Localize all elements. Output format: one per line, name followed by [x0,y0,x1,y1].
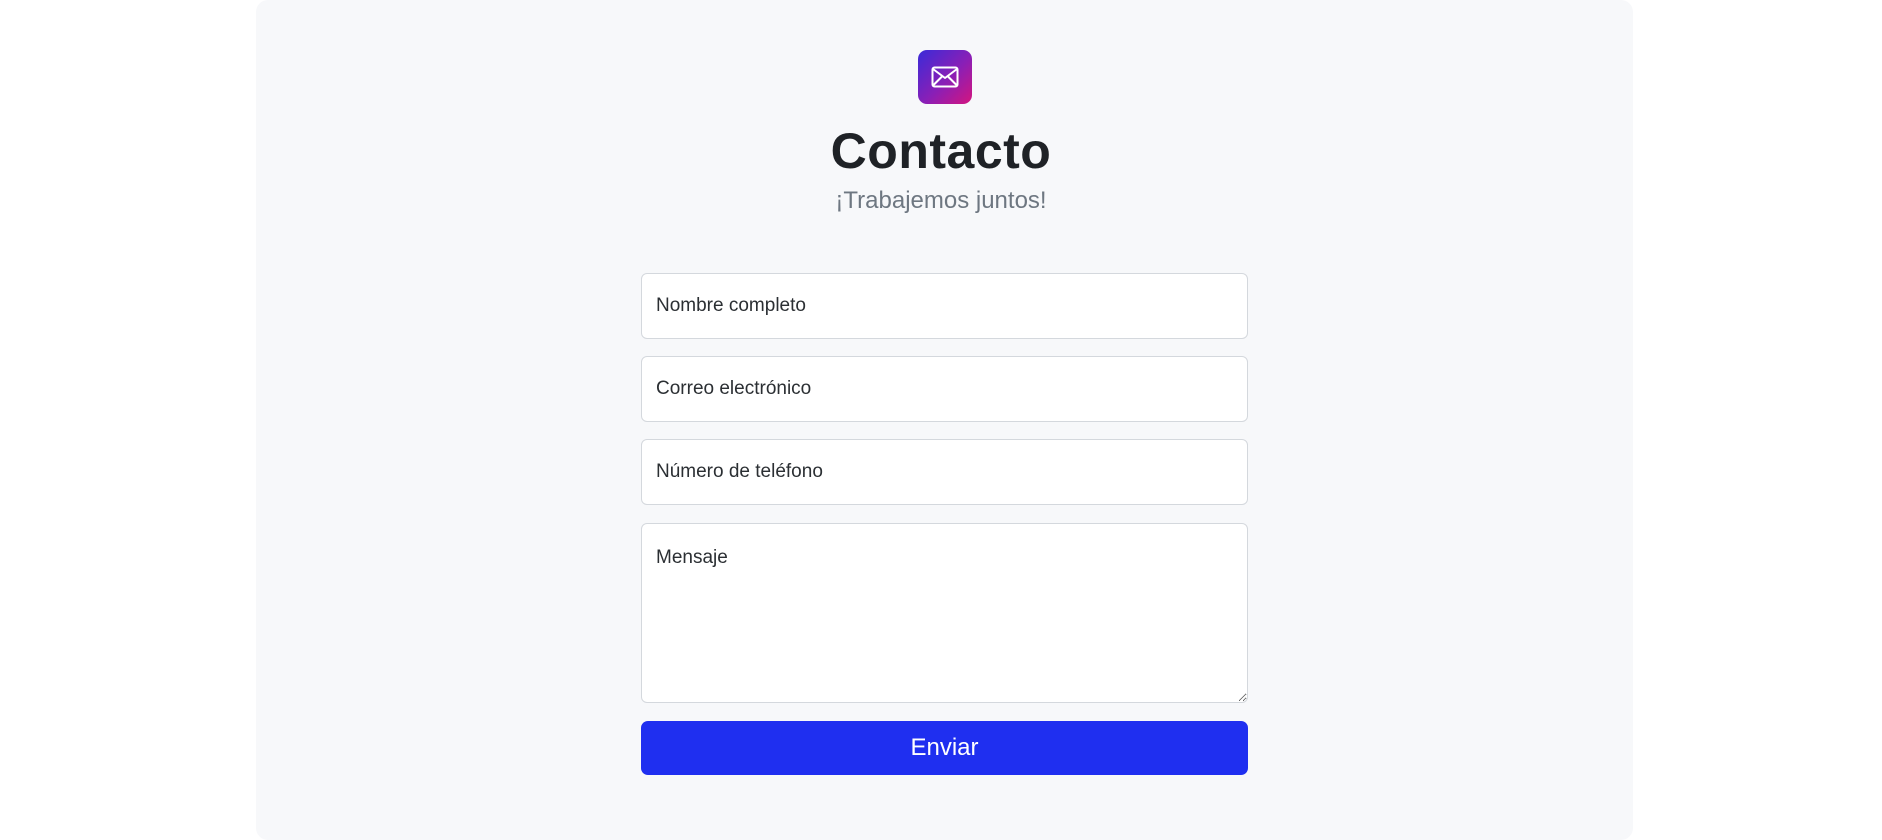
logo-badge [918,50,972,104]
full-name-input[interactable] [641,273,1248,339]
page-subtitle: ¡Trabajemos juntos! [835,187,1047,214]
message-textarea[interactable] [641,523,1248,703]
phone-input[interactable] [641,439,1248,505]
submit-button[interactable]: Enviar [641,721,1248,775]
page-title: Contacto [830,123,1052,179]
envelope-icon [931,66,959,88]
email-input[interactable] [641,356,1248,422]
